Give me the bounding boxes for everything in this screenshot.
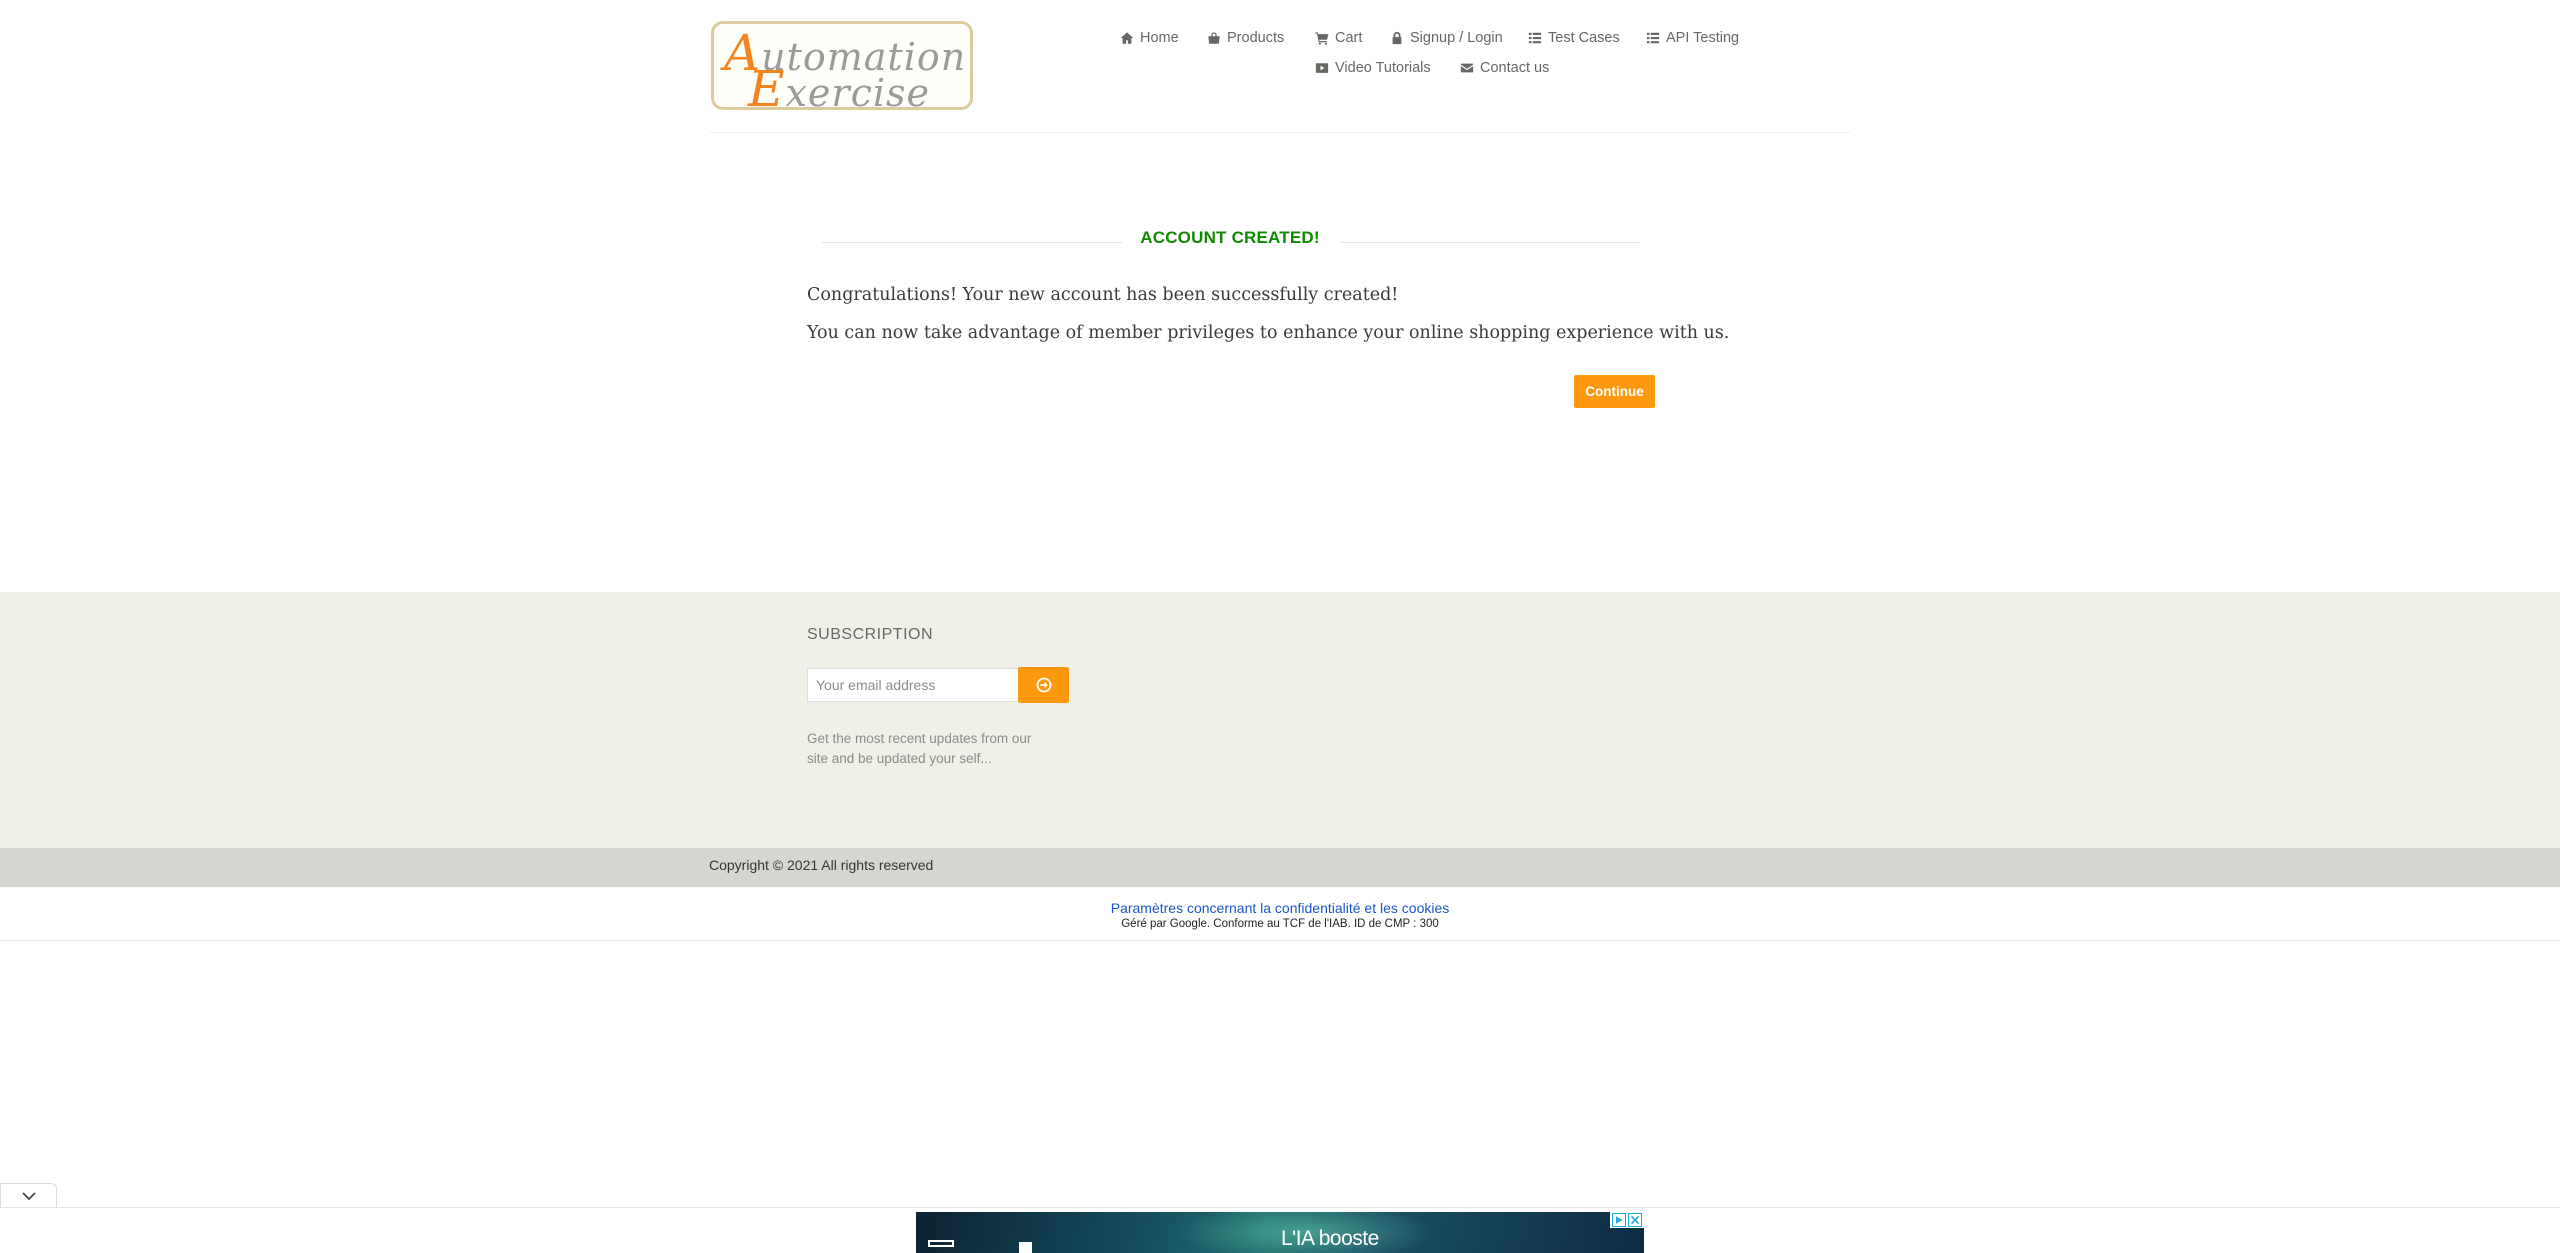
copyright-text: Copyright © 2021 All rights reserved bbox=[709, 857, 934, 873]
ad-device-icon bbox=[928, 1240, 954, 1247]
nav-products-label: Products bbox=[1227, 30, 1285, 46]
nav-test-cases[interactable]: Test Cases bbox=[1528, 30, 1620, 46]
nav-contact-us[interactable]: Contact us bbox=[1460, 60, 1549, 76]
chevron-down-icon bbox=[21, 1191, 36, 1200]
subscribe-email-input[interactable] bbox=[807, 668, 1019, 702]
title-rule-right bbox=[1340, 242, 1640, 243]
consent-subtext: Géré par Google. Conforme au TCF de l'IA… bbox=[1121, 918, 1439, 930]
subscription-description: Get the most recent updates from our sit… bbox=[807, 731, 1032, 766]
ad-choices-icon bbox=[1612, 1213, 1626, 1227]
success-message: Congratulations! Your new account has be… bbox=[807, 285, 1399, 305]
nav-contact-us-label: Contact us bbox=[1480, 60, 1550, 76]
site-logo[interactable]: Automation Exercise bbox=[711, 21, 973, 118]
subscription-title: SUBSCRIPTION bbox=[807, 626, 934, 643]
footer-bottom: Copyright © 2021 All rights reserved bbox=[0, 848, 2560, 887]
main-nav: Home Products Cart Signup / Login Test C… bbox=[1100, 24, 1790, 84]
ad-device-icon-small bbox=[1019, 1242, 1032, 1253]
header-divider bbox=[709, 132, 1851, 133]
close-ad-icon bbox=[1628, 1213, 1642, 1227]
home-icon bbox=[1120, 32, 1134, 44]
nav-api-testing[interactable]: API Testing bbox=[1646, 30, 1739, 46]
list-icon bbox=[1528, 32, 1542, 44]
nav-api-testing-label: API Testing bbox=[1666, 30, 1740, 46]
ad-choices-badge[interactable] bbox=[1610, 1212, 1644, 1228]
nav-home-label: Home bbox=[1140, 30, 1179, 46]
ad-strip-divider bbox=[0, 1207, 2560, 1208]
youtube-play-icon bbox=[1315, 63, 1329, 73]
ad-headline: L'IA booste bbox=[1281, 1227, 1379, 1250]
nav-video-tutorials-label: Video Tutorials bbox=[1335, 60, 1431, 76]
envelope-icon bbox=[1460, 63, 1474, 73]
consent-bar: Paramètres concernant la confidentialité… bbox=[0, 891, 2560, 941]
nav-test-cases-label: Test Cases bbox=[1548, 30, 1620, 46]
shopping-bag-icon bbox=[1208, 32, 1220, 44]
page-title: ACCOUNT CREATED! bbox=[1140, 228, 1320, 247]
nav-home[interactable]: Home bbox=[1120, 30, 1179, 46]
ad-collapse-toggle[interactable] bbox=[0, 1183, 57, 1207]
privacy-settings-link[interactable]: Paramètres concernant la confidentialité… bbox=[0, 900, 2560, 916]
site-header: Automation Exercise Home Products Cart S… bbox=[0, 0, 2560, 134]
footer-widget: SUBSCRIPTION Get the most recent updates… bbox=[0, 592, 2560, 848]
privileges-message: You can now take advantage of member pri… bbox=[807, 323, 1730, 343]
subscribe-button[interactable] bbox=[1018, 667, 1069, 703]
continue-button[interactable]: Continue bbox=[1574, 375, 1655, 408]
arrow-circle-right-icon bbox=[1036, 677, 1051, 693]
nav-cart[interactable]: Cart bbox=[1315, 30, 1362, 46]
ad-banner[interactable]: L'IA booste bbox=[916, 1212, 1644, 1253]
nav-products[interactable]: Products bbox=[1207, 30, 1284, 46]
nav-video-tutorials[interactable]: Video Tutorials bbox=[1315, 60, 1431, 76]
nav-cart-label: Cart bbox=[1335, 30, 1363, 46]
nav-signup-login[interactable]: Signup / Login bbox=[1390, 30, 1503, 46]
lock-icon bbox=[1392, 31, 1402, 45]
nav-signup-login-label: Signup / Login bbox=[1410, 30, 1503, 46]
shopping-cart-icon bbox=[1315, 32, 1329, 45]
list-icon bbox=[1646, 32, 1660, 44]
